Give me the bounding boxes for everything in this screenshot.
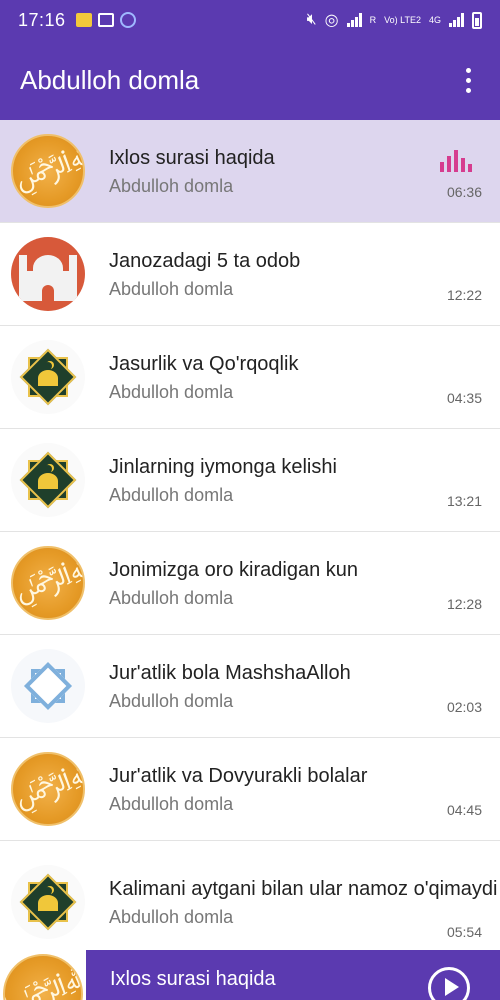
track-title: Janozadagi 5 ta odob <box>109 250 301 272</box>
track-info: Jasurlik va Qo'rqoqlik Abdulloh domla <box>109 351 500 403</box>
track-info: Janozadagi 5 ta odob Abdulloh domla <box>109 248 500 300</box>
calligraphy-artwork-icon <box>11 546 85 620</box>
status-time: 17:16 <box>18 9 66 30</box>
app-notification-icon <box>119 12 136 28</box>
track-artist: Abdulloh domla <box>109 906 234 927</box>
track-row[interactable]: Jasurlik va Qo'rqoqlik Abdulloh domla 04:3… <box>0 326 500 429</box>
track-row[interactable]: Jinlarning iymonga kelishi Abdulloh domla… <box>0 429 500 532</box>
track-title: Jasurlik va Qo'rqoqlik <box>109 353 299 375</box>
play-button-icon[interactable] <box>428 967 470 1000</box>
track-info: Jur'atlik bola MashshaAlloh Abdulloh doml… <box>109 660 500 712</box>
track-row[interactable]: Jur'atlik bola MashshaAlloh Abdulloh doml… <box>0 635 500 738</box>
track-info: Jonimizga oro kiradigan kun Abdulloh doml… <box>109 557 500 609</box>
track-title: Jinlarning iymonga kelishi <box>109 456 337 478</box>
signal-icon-1 <box>346 13 362 27</box>
track-row[interactable]: Kalimani aytgani bilan ular namoz o'qima… <box>0 841 500 963</box>
calligraphy-artwork-icon <box>11 752 85 826</box>
track-title: Jonimizga oro kiradigan kun <box>109 559 359 581</box>
overflow-menu-icon[interactable] <box>456 60 480 100</box>
mosque-artwork-icon <box>11 237 85 311</box>
mute-icon: 🔇︎ <box>306 11 317 28</box>
app-bar: Abdulloh domla <box>0 40 500 120</box>
equalizer-icon <box>440 150 472 172</box>
player-title: Ixlos surasi haqida <box>110 968 276 990</box>
track-title: Jur'atlik bola MashshaAlloh <box>109 662 351 684</box>
calligraphy-artwork-icon <box>11 134 85 208</box>
network-label: Vo) LTE2 <box>384 14 421 25</box>
hotspot-icon: ◎ <box>324 12 339 29</box>
lattice-star-artwork-icon <box>11 649 85 723</box>
status-bar: 17:16 🔇︎ ◎ R Vo) LTE2 4G <box>0 0 500 40</box>
signal-icon-2 <box>449 13 464 27</box>
track-title: Jur'atlik va Dovyurakli bolalar <box>109 765 368 787</box>
mosque-star-artwork-icon <box>11 340 85 414</box>
app-title: Abdulloh domla <box>20 64 200 95</box>
mini-player[interactable]: Ixlos surasi haqida <box>0 950 500 1000</box>
track-row[interactable]: Jonimizga oro kiradigan kun Abdulloh doml… <box>0 532 500 635</box>
track-row[interactable]: Janozadagi 5 ta odob Abdulloh domla 12:22 <box>0 223 500 326</box>
status-notification-icons <box>75 12 136 28</box>
track-duration: 04:45 <box>446 802 482 818</box>
track-artist: Abdulloh domla <box>109 588 234 608</box>
track-duration: 13:21 <box>446 493 482 509</box>
track-info: Jur'atlik va Dovyurakli bolalar Abdulloh … <box>109 763 500 815</box>
gallery-notification-icon <box>75 13 92 27</box>
track-artist: Abdulloh domla <box>109 382 234 402</box>
track-duration: 12:28 <box>446 596 482 612</box>
status-system-icons: 🔇︎ ◎ R Vo) LTE2 4G <box>307 10 482 30</box>
track-info: Kalimani aytgani bilan ular namoz o'qima… <box>109 876 500 928</box>
mosque-star-artwork-icon <box>11 864 85 939</box>
network-type-label: 4G <box>428 14 441 25</box>
track-duration: 12:22 <box>446 287 482 303</box>
track-title: Kalimani aytgani bilan ular namoz o'qima… <box>109 877 498 900</box>
window-notification-icon <box>97 13 114 27</box>
roaming-label: R <box>369 14 377 25</box>
track-artist: Abdulloh domla <box>109 691 234 711</box>
mosque-star-artwork-icon <box>11 443 85 517</box>
track-artist: Abdulloh domla <box>109 485 234 505</box>
track-duration: 05:54 <box>446 924 482 940</box>
track-row[interactable]: Jur'atlik va Dovyurakli bolalar Abdulloh … <box>0 738 500 841</box>
track-artist: Abdulloh domla <box>109 279 234 299</box>
track-duration: 04:35 <box>446 390 482 406</box>
player-artwork <box>0 950 86 1000</box>
track-info: Jinlarning iymonga kelishi Abdulloh domla <box>109 454 500 506</box>
track-duration: 06:36 <box>446 184 482 200</box>
calligraphy-artwork-icon <box>3 954 83 1000</box>
track-duration: 02:03 <box>446 699 482 715</box>
track-row[interactable]: Ixlos surasi haqidaAbdulloh domla06:36 <box>0 120 500 223</box>
battery-icon <box>472 11 482 29</box>
track-list: Ixlos surasi haqidaAbdulloh domla06:36Ja… <box>0 120 500 963</box>
track-artist: Abdulloh domla <box>109 794 234 814</box>
track-artist: Abdulloh domla <box>109 176 234 196</box>
